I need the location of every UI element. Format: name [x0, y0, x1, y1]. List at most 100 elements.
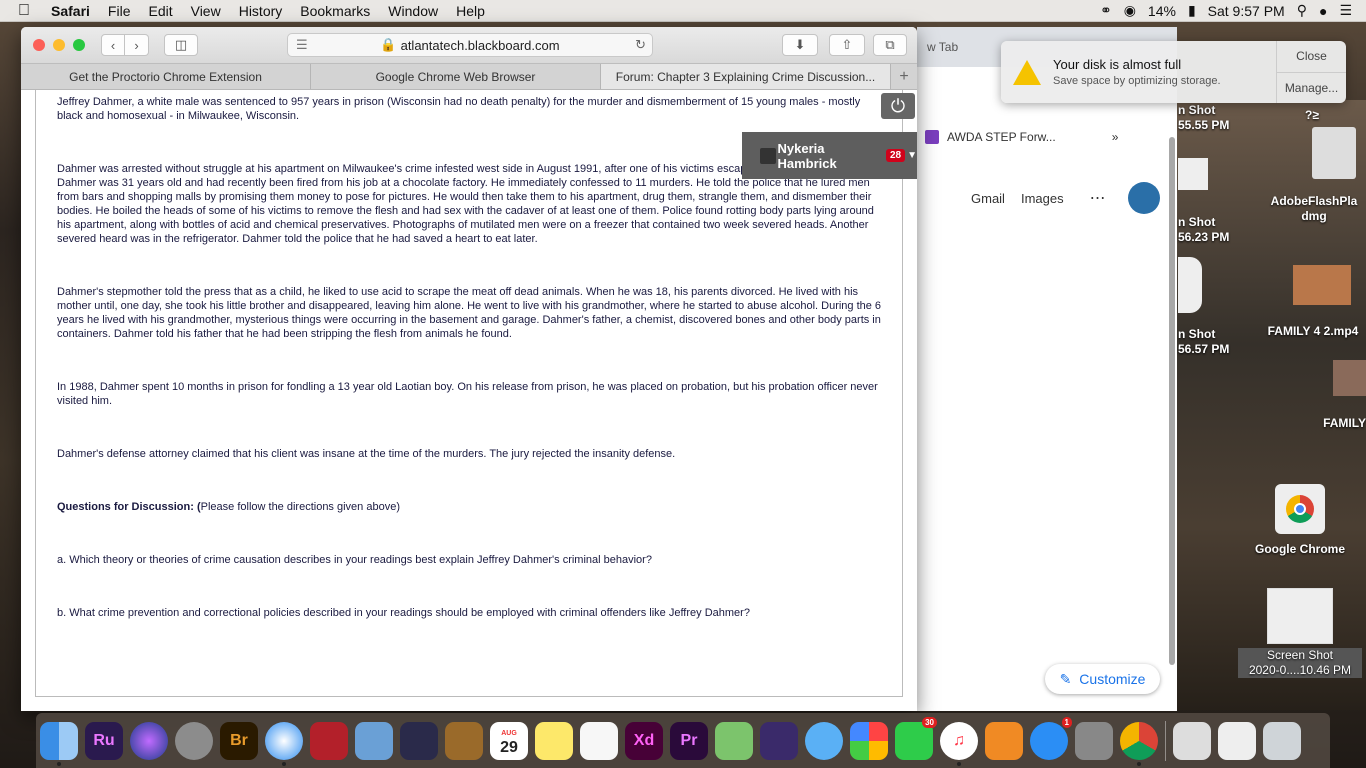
chrome-new-tab[interactable]: w Tab [927, 40, 958, 54]
facetime-badge: 30 [922, 716, 937, 728]
trash-icon[interactable] [1263, 721, 1301, 760]
menu-bookmarks[interactable]: Bookmarks [291, 3, 379, 19]
launchpad-icon[interactable] [175, 721, 213, 760]
address-bar[interactable]: ☰ 🔒 atlantatech.blackboard.com ↻ [287, 33, 653, 57]
reminders-icon[interactable] [580, 721, 618, 760]
messages-icon[interactable] [805, 721, 843, 760]
menu-help[interactable]: Help [447, 3, 494, 19]
dock: Ru Br AUG 29 Xd Pr 30 ♫ 1 [36, 713, 1330, 768]
proctorio-overlay[interactable]: Nykeria Hambrick 28 ▼ [742, 132, 917, 179]
chevron-down-icon[interactable]: ▼ [907, 150, 917, 161]
facetime-icon[interactable]: 30 [895, 716, 937, 760]
question-b: b. What crime prevention and correctiona… [57, 607, 750, 619]
photos-icon[interactable] [850, 721, 888, 760]
tab-overview-button[interactable]: ⧉ [873, 34, 907, 56]
screenshot-thumb-icon[interactable] [1178, 158, 1208, 190]
imovie-icon[interactable] [400, 721, 438, 760]
tab-proctorio[interactable]: Get the Proctorio Chrome Extension [21, 64, 311, 89]
menu-edit[interactable]: Edit [139, 3, 181, 19]
shot1-label: n Shot [1178, 103, 1216, 117]
disk-image-icon[interactable] [1312, 127, 1356, 179]
account-avatar[interactable] [1127, 182, 1160, 214]
menu-file[interactable]: File [99, 3, 140, 19]
family-video-thumb-icon[interactable] [1293, 265, 1351, 305]
wifi-icon[interactable]: ◉ [1124, 2, 1136, 19]
partial-file-icon[interactable] [1178, 257, 1202, 313]
notification-center-icon[interactable]: ☰ [1339, 2, 1352, 19]
desktop-google-chrome[interactable]: Google Chrome [1250, 484, 1350, 557]
desktop-screenshot-1[interactable]: n Shot 55.55 PM [1178, 103, 1229, 133]
battery-percent[interactable]: 14% [1148, 3, 1176, 19]
desktop-flash-dmg[interactable]: AdobeFlashPla dmg [1262, 194, 1366, 224]
app-store-icon[interactable]: 1 [1030, 716, 1072, 760]
desktop-unknown-file[interactable]: ?≥ [1305, 108, 1319, 123]
desktop-screenshot-file[interactable]: Screen Shot 2020-0....10.46 PM [1238, 588, 1362, 678]
tab-forum[interactable]: Forum: Chapter 3 Explaining Crime Discus… [601, 64, 891, 89]
books-icon[interactable] [985, 721, 1023, 760]
photo-booth-icon[interactable] [310, 721, 348, 760]
tab-chrome-browser[interactable]: Google Chrome Web Browser [311, 64, 601, 89]
desktop-family[interactable]: FAMILY [1310, 416, 1366, 431]
imovie-star-icon[interactable] [760, 721, 798, 760]
menu-view[interactable]: View [182, 3, 230, 19]
screenshot-stack-icon[interactable] [1173, 721, 1211, 760]
pencil-icon: ✎ [1059, 670, 1072, 687]
proctor-name: Nykeria Hambrick [777, 140, 837, 171]
itunes-icon[interactable]: ♫ [940, 721, 978, 766]
siri-dock-icon[interactable] [130, 721, 168, 760]
screenshot-file-thumb-icon [1267, 588, 1333, 644]
maps-icon[interactable] [715, 721, 753, 760]
premiere-app-icon[interactable]: Pr [670, 721, 708, 760]
manage-button[interactable]: Manage... [1277, 73, 1346, 104]
desktop-screenshot-2[interactable]: n Shot 56.23 PM [1178, 215, 1229, 245]
xd-app-icon[interactable]: Xd [625, 721, 663, 760]
desktop-family4-video[interactable]: FAMILY 4 2.mp4 [1260, 324, 1366, 339]
clock[interactable]: Sat 9:57 PM [1208, 3, 1285, 19]
forward-button[interactable]: › [125, 34, 149, 56]
preview-app-icon[interactable] [355, 721, 393, 760]
menu-app-name[interactable]: Safari [42, 3, 99, 19]
power-icon[interactable]: ⏻ [881, 93, 915, 119]
chrome-scrollbar[interactable] [1169, 137, 1175, 665]
spotlight-search-icon[interactable]: ⚲ [1297, 2, 1307, 19]
downloads-button[interactable]: ⬇ [782, 34, 818, 56]
safari-toolbar: ‹ › ◫ ☰ 🔒 atlantatech.blackboard.com ↻ ⬇… [21, 27, 917, 63]
chrome-bookmark[interactable]: AWDA STEP Forw... » [925, 130, 1118, 144]
family-thumb-icon[interactable] [1333, 360, 1366, 396]
close-button[interactable]: Close [1277, 41, 1346, 73]
safari-dock-icon[interactable] [265, 721, 303, 766]
gmail-link[interactable]: Gmail [971, 191, 1005, 206]
reload-icon[interactable]: ↻ [635, 37, 646, 53]
unknown-file-label: ?≥ [1305, 108, 1319, 122]
finder-icon[interactable] [40, 721, 78, 766]
share-button[interactable]: ⇧ [829, 34, 865, 56]
contacts-icon[interactable] [445, 721, 483, 760]
calendar-icon[interactable]: AUG 29 [490, 721, 528, 760]
close-window-button[interactable] [33, 39, 45, 51]
creative-cloud-icon[interactable]: ⚭ [1100, 2, 1112, 19]
new-tab-button[interactable]: + [891, 64, 917, 89]
chrome-dock-icon[interactable] [1120, 721, 1158, 766]
zoom-window-button[interactable] [73, 39, 85, 51]
bookmark-overflow-icon[interactable]: » [1112, 130, 1119, 144]
bridge-app-icon[interactable]: Br [220, 721, 258, 760]
images-link[interactable]: Images [1021, 191, 1064, 206]
siri-icon[interactable]: ● [1319, 3, 1327, 19]
rush-app-icon[interactable]: Ru [85, 721, 123, 760]
notes-icon[interactable] [535, 721, 573, 760]
minimize-window-button[interactable] [53, 39, 65, 51]
downloads-stack-icon[interactable] [1218, 721, 1256, 760]
battery-icon[interactable]: ▮ [1188, 2, 1196, 19]
reader-icon[interactable]: ☰ [296, 37, 308, 53]
menu-window[interactable]: Window [379, 3, 447, 19]
sidebar-toggle-button[interactable]: ◫ [164, 34, 198, 56]
menu-history[interactable]: History [230, 3, 292, 19]
apps-grid-icon[interactable]: ⋯ [1090, 188, 1106, 208]
back-button[interactable]: ‹ [101, 34, 125, 56]
chrome-window: w Tab AWDA STEP Forw... » Gmail Images ⋯ [917, 27, 1177, 711]
system-preferences-icon[interactable] [1075, 721, 1113, 760]
apple-menu-icon[interactable]:  [0, 2, 42, 20]
notification-message: Your disk is almost full Save space by o… [1001, 41, 1276, 103]
customize-button[interactable]: ✎ Customize [1045, 664, 1160, 694]
desktop-screenshot-3[interactable]: n Shot 56.57 PM [1178, 327, 1229, 357]
